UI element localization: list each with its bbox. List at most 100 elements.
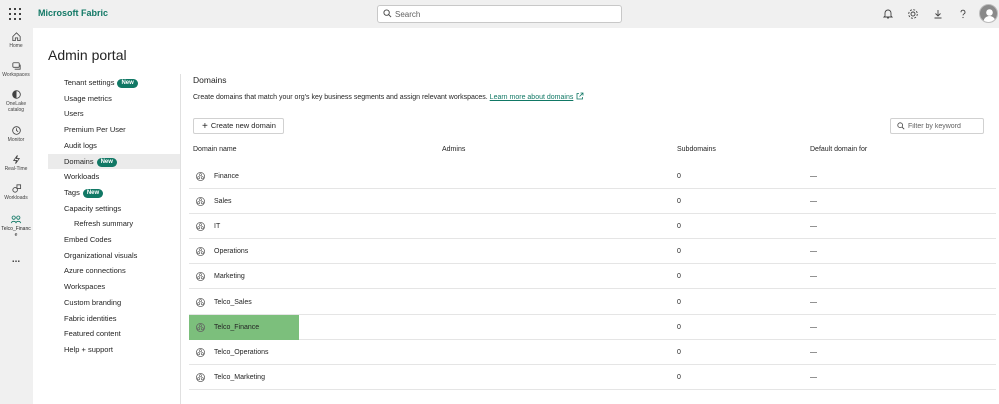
brand-name[interactable]: Microsoft Fabric [38, 8, 108, 18]
nav-label: Tags [64, 187, 80, 197]
nav-label: Capacity settings [64, 203, 122, 213]
filter-input[interactable] [908, 121, 982, 131]
nav-item-tenant-settings[interactable]: Tenant settings New [48, 75, 180, 90]
download-icon[interactable] [932, 8, 944, 20]
table-row[interactable]: Operations 0 — [189, 239, 996, 265]
rail-label: Real-Time [4, 166, 28, 172]
bell-icon[interactable] [882, 8, 894, 20]
nav-label: Users [64, 109, 84, 119]
nav-item-organizational-visuals[interactable]: Organizational visuals [48, 248, 180, 263]
column-header-admins[interactable]: Admins [442, 146, 465, 153]
nav-item-usage-metrics[interactable]: Usage metrics [48, 91, 180, 106]
domain-name-cell[interactable]: Telco_Sales [214, 290, 252, 315]
column-header-subdomains[interactable]: Subdomains [677, 146, 716, 153]
domain-name-cell[interactable]: Telco_Operations [214, 340, 268, 365]
column-header-default-domain[interactable]: Default domain for [810, 146, 867, 153]
nav-label: Workspaces [64, 282, 106, 292]
rail-item-home[interactable]: Home [0, 31, 32, 49]
search-box[interactable] [377, 5, 622, 23]
table-row[interactable]: Telco_Finance 0 — [189, 314, 996, 340]
help-icon[interactable] [957, 8, 969, 20]
rail-label: Telco_Financ e [1, 226, 31, 238]
realtime-icon [12, 155, 20, 164]
rail-item-workspaces[interactable]: Workspaces [0, 60, 32, 78]
nav-item-workloads[interactable]: Workloads [48, 169, 180, 184]
domain-name-cell[interactable]: Sales [214, 189, 232, 214]
nav-item-tags[interactable]: Tags New [48, 185, 180, 200]
nav-label: Premium Per User [64, 125, 126, 135]
domain-name-cell[interactable]: Operations [214, 239, 248, 264]
domain-icon [10, 215, 22, 224]
table-row[interactable]: IT 0 — [189, 214, 996, 240]
nav-item-capacity-settings[interactable]: Capacity settings [48, 201, 180, 216]
new-badge: New [96, 157, 117, 167]
nav-label: Usage metrics [64, 93, 112, 103]
nav-item-users[interactable]: Users [48, 106, 180, 121]
nav-label: Refresh summary [74, 219, 134, 229]
table-row[interactable]: Marketing 0 — [189, 264, 996, 290]
nav-item-embed-codes[interactable]: Embed Codes [48, 232, 180, 247]
avatar[interactable] [979, 4, 998, 23]
table-row[interactable]: Finance 0 — [189, 164, 996, 189]
description-text: Create domains that match your org's key… [193, 94, 488, 101]
domain-icon [196, 297, 205, 307]
nav-item-help-support[interactable]: Help + support [48, 342, 180, 357]
rail-item-more[interactable]: ... [0, 254, 32, 265]
filter-box[interactable] [890, 118, 984, 134]
domain-icon [196, 222, 205, 232]
domain-name-cell[interactable]: Telco_Marketing [214, 365, 265, 390]
nav-item-premium-per-user[interactable]: Premium Per User [48, 122, 180, 137]
section-description: Create domains that match your org's key… [193, 92, 584, 101]
rail-item-onelake-catalog[interactable]: OneLake catalog [0, 89, 32, 113]
default-domain-cell: — [810, 248, 817, 256]
subdomains-cell: 0 [677, 248, 681, 256]
rail-item-real-time[interactable]: Real-Time [0, 154, 32, 172]
learn-more-link[interactable]: Learn more about domains [490, 94, 574, 101]
nav-item-custom-branding[interactable]: Custom branding [48, 295, 180, 310]
onelake-icon [11, 90, 21, 99]
nav-label: Featured content [64, 329, 121, 339]
app-launcher-icon[interactable] [9, 8, 21, 20]
domain-name-cell[interactable]: Telco_Finance [214, 315, 259, 340]
external-link-icon[interactable] [576, 92, 584, 100]
default-domain-cell: — [810, 198, 817, 206]
nav-label: Embed Codes [64, 235, 112, 244]
domain-name-cell[interactable]: Marketing [214, 264, 245, 289]
default-domain-cell: — [810, 373, 817, 381]
rail-label: OneLake catalog [5, 101, 27, 113]
rail-label: Monitor [7, 137, 25, 143]
nav-item-domains[interactable]: Domains New [48, 153, 180, 169]
nav-item-workspaces[interactable]: Workspaces [48, 279, 180, 294]
domain-icon [196, 322, 205, 332]
search-icon [897, 122, 905, 130]
search-input[interactable] [395, 8, 615, 20]
nav-item-fabric-identities[interactable]: Fabric identities [48, 311, 180, 326]
page-title: Admin portal [48, 47, 127, 63]
domain-name-cell[interactable]: Finance [214, 164, 239, 189]
table-row[interactable]: Telco_Marketing 0 — [189, 365, 996, 390]
rail-item-workloads[interactable]: Workloads [0, 183, 32, 201]
nav-item-refresh-summary[interactable]: Refresh summary [48, 216, 180, 231]
table-row[interactable]: Telco_Sales 0 — [189, 290, 996, 315]
nav-label: Workloads [64, 172, 100, 182]
subdomains-cell: 0 [677, 348, 681, 356]
gear-icon[interactable] [907, 8, 919, 20]
default-domain-cell: — [810, 223, 817, 231]
home-icon [11, 32, 21, 42]
create-new-domain-button[interactable]: + Create new domain [193, 118, 284, 134]
rail-item-telco-finance[interactable]: Telco_Financ e [0, 214, 32, 238]
table-row[interactable]: Telco_Operations 0 — [189, 340, 996, 365]
nav-item-audit-logs[interactable]: Audit logs [48, 138, 180, 153]
domain-icon [196, 347, 205, 357]
default-domain-cell: — [810, 173, 817, 180]
rail-label: Workloads [4, 195, 28, 201]
domain-icon [196, 372, 205, 382]
rail-item-monitor[interactable]: Monitor [0, 125, 32, 143]
domain-name-cell[interactable]: IT [214, 214, 220, 239]
workspaces-icon [11, 62, 21, 70]
table-row[interactable]: Sales 0 — [189, 189, 996, 215]
nav-item-featured-content[interactable]: Featured content [48, 326, 180, 341]
new-badge: New [82, 188, 104, 198]
column-header-domain-name[interactable]: Domain name [193, 146, 237, 153]
nav-item-azure-connections[interactable]: Azure connections [48, 263, 180, 278]
